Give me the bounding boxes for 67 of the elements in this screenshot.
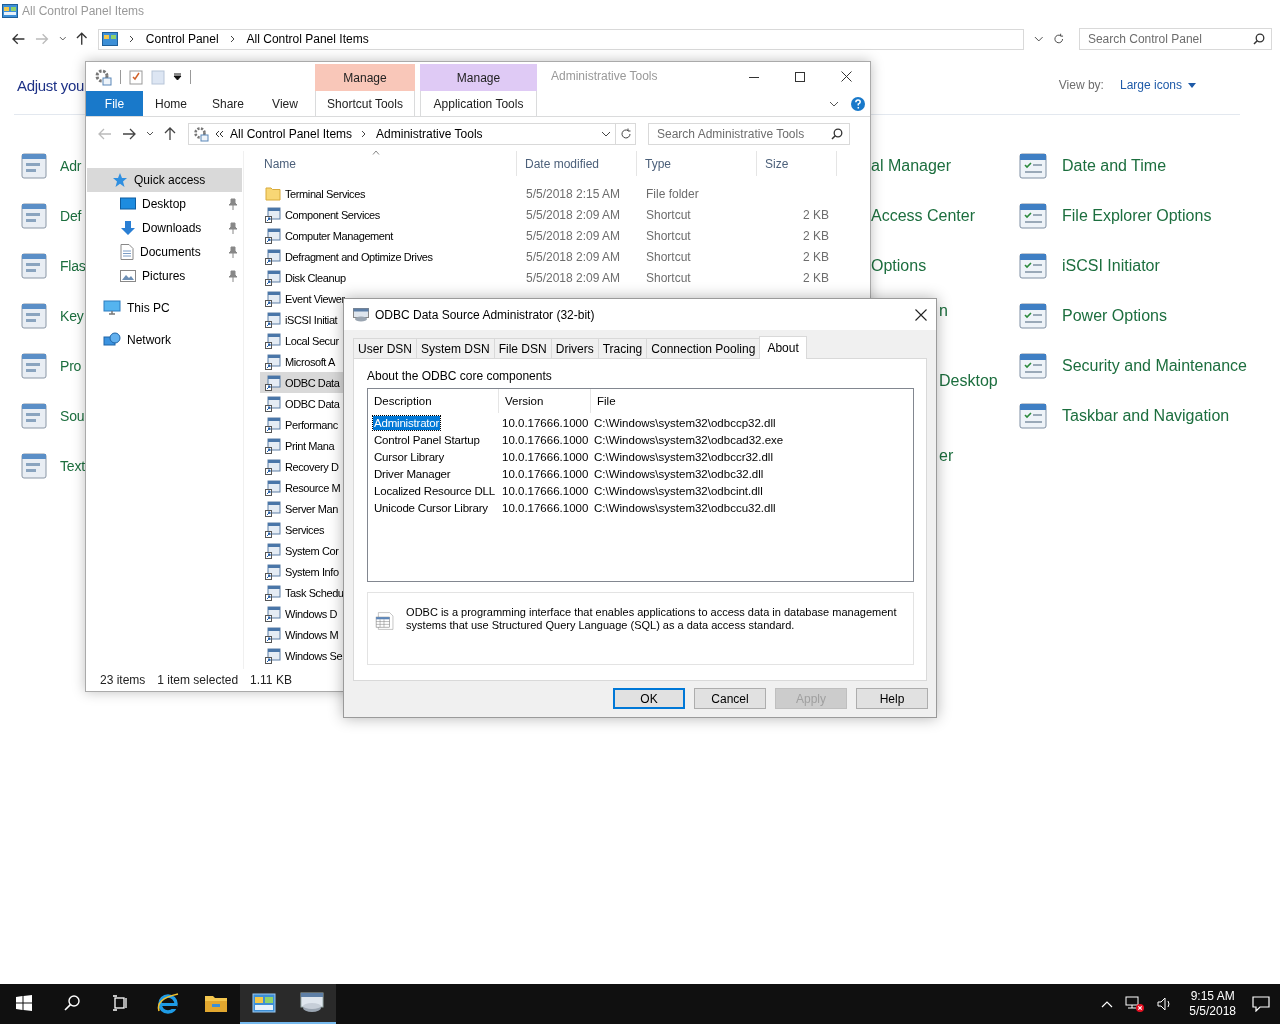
date-modified: 5/5/2018 2:09 AM — [526, 270, 621, 285]
component-version: 10.0.17666.1000 — [502, 484, 589, 497]
file-name: Task Schedu — [285, 586, 344, 599]
file-name: iSCSI Initiat — [285, 313, 338, 326]
selection-size: 1.11 KB — [250, 673, 292, 687]
file-name: Server Man — [285, 502, 338, 515]
context-group-header: Manage — [420, 64, 537, 91]
component-name: Cursor Library — [373, 449, 446, 464]
window-title: Administrative Tools — [550, 68, 659, 85]
section-label: About the ODBC core components — [367, 369, 553, 383]
file-size: 2 KB — [803, 228, 829, 243]
component-file: C:\Windows\system32\odbccu32.dll — [594, 501, 776, 514]
file-name: Computer Management — [285, 229, 393, 242]
file-name: Windows Se — [285, 649, 343, 662]
item-count: 23 items — [100, 673, 146, 687]
page-heading: Adjust you — [17, 76, 85, 94]
window-title: All Control Panel Items — [22, 4, 145, 18]
component-file: C:\Windows\system32\odbcint.dll — [594, 484, 763, 497]
file-size: 2 KB — [803, 249, 829, 264]
file-name: System Info — [285, 565, 339, 578]
file-name: Local Secur — [285, 334, 339, 347]
file-type: Shortcut — [646, 249, 691, 264]
file-name: Recovery D — [285, 460, 339, 473]
component-version: 10.0.17666.1000 — [502, 416, 589, 429]
file-name: Event Viewer — [285, 292, 345, 305]
file-type: Shortcut — [646, 228, 691, 243]
component-name: Driver Manager — [373, 466, 452, 481]
component-name: Control Panel Startup — [373, 432, 481, 447]
file-name: Microsoft A — [285, 355, 335, 368]
file-type: Shortcut — [646, 270, 691, 285]
date-modified: 5/5/2018 2:09 AM — [526, 249, 621, 264]
date-modified: 5/5/2018 2:09 AM — [526, 207, 621, 222]
component-version: 10.0.17666.1000 — [502, 467, 589, 480]
file-name: Performanc — [285, 418, 338, 431]
context-group-header: Manage — [315, 64, 415, 91]
component-version: 10.0.17666.1000 — [502, 433, 589, 446]
component-version: 10.0.17666.1000 — [502, 450, 589, 463]
date-modified: 5/5/2018 2:09 AM — [526, 228, 621, 243]
file-name: ODBC Data — [285, 397, 340, 410]
file-name: Terminal Services — [285, 187, 365, 200]
file-type: Shortcut — [646, 207, 691, 222]
component-name: Localized Resource DLL — [373, 483, 496, 498]
file-name: System Cor — [285, 544, 339, 557]
file-name: Windows D — [285, 607, 338, 620]
file-name: Disk Cleanup — [285, 271, 346, 284]
component-name: Administrator — [373, 415, 441, 430]
file-name: Defragment and Optimize Drives — [285, 250, 433, 263]
component-file: C:\Windows\system32\odbcad32.exe — [594, 433, 784, 446]
dialog-title: ODBC Data Source Administrator (32-bit) — [375, 307, 595, 322]
component-version: 10.0.17666.1000 — [502, 501, 589, 514]
component-file: C:\Windows\system32\odbccp32.dll — [594, 416, 776, 429]
selection-count: 1 item selected — [157, 673, 239, 687]
file-name: Component Services — [285, 208, 380, 221]
component-file: C:\Windows\system32\odbc32.dll — [594, 467, 764, 480]
file-name: Services — [285, 523, 324, 536]
date-modified: 5/5/2018 2:15 AM — [526, 186, 621, 201]
component-file: C:\Windows\system32\odbccr32.dll — [594, 450, 773, 463]
file-type: File folder — [646, 186, 699, 201]
file-name: Resource M — [285, 481, 341, 494]
file-size: 2 KB — [803, 207, 829, 222]
info-text: ODBC is a programming interface that enables applications to access data in database management systems that use Structured Query Language (SQL) as a data access standard. — [406, 605, 898, 632]
file-name: ODBC Data — [285, 376, 340, 389]
view-by-label: View by: — [1058, 78, 1104, 92]
file-name: Print Mana — [285, 439, 335, 452]
file-size: 2 KB — [803, 270, 829, 285]
component-name: Unicode Cursor Library — [373, 500, 489, 515]
file-name: Windows M — [285, 628, 339, 641]
